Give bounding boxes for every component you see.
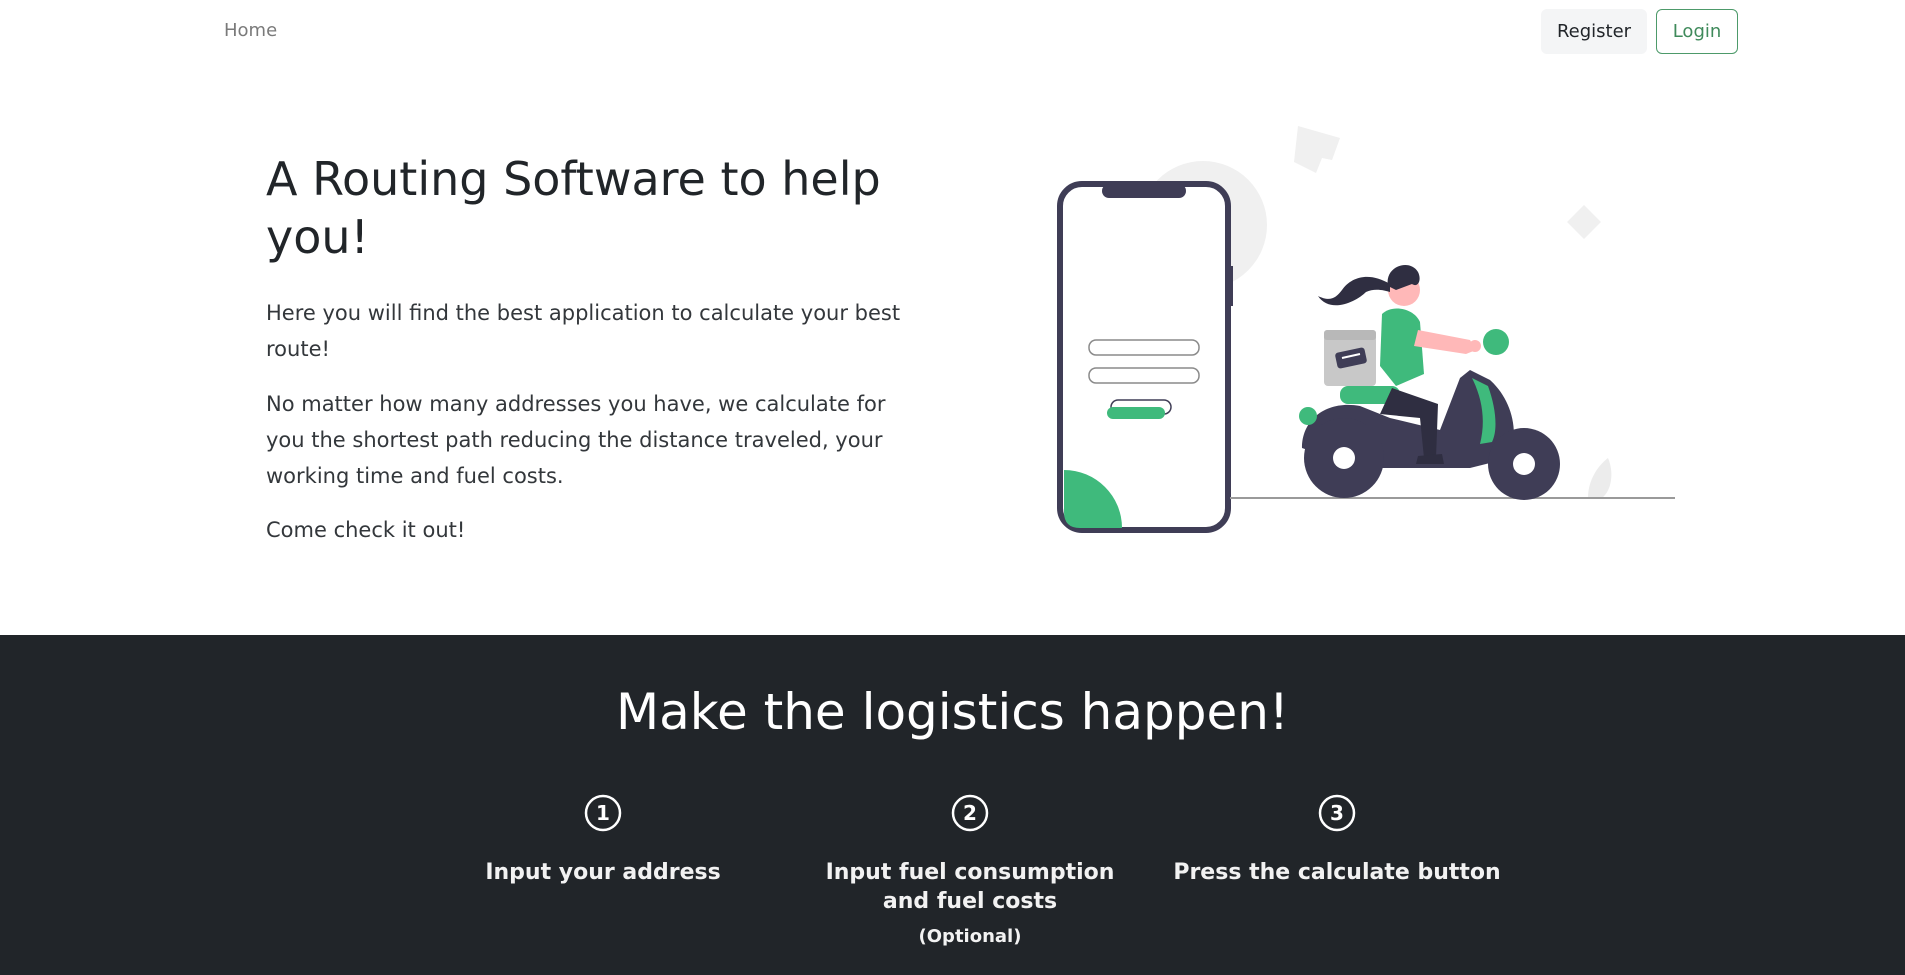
rider-hand: [1469, 340, 1481, 352]
top-navbar: Home Register Login: [0, 0, 1905, 64]
rider-arm: [1414, 330, 1476, 354]
nav-home-link[interactable]: Home: [224, 20, 277, 41]
step-3-number: 3: [1330, 801, 1344, 825]
decor-plant: [1588, 458, 1612, 498]
scooter-tail-light: [1299, 407, 1317, 425]
decor-diamond: [1567, 205, 1601, 239]
delivery-box-lid: [1324, 330, 1376, 340]
step-2-number: 2: [963, 801, 977, 825]
register-button[interactable]: Register: [1541, 9, 1647, 54]
scooter-headlight: [1483, 329, 1509, 355]
hero-title: A Routing Software to help you!: [266, 152, 881, 264]
step-2: 2 Input fuel consumption and fuel costs …: [805, 793, 1135, 947]
scooter-rear-hub: [1333, 447, 1355, 469]
scooter-front-hub: [1513, 453, 1535, 475]
hero-paragraph-1: Here you will find the best application …: [266, 301, 901, 361]
logistics-section: Make the logistics happen! 1 Input your …: [0, 635, 1905, 975]
phone-field-1: [1088, 339, 1200, 356]
step-1-label: Input your address: [485, 860, 721, 885]
hero-paragraph-3: Come check it out!: [266, 518, 466, 542]
step-3-label: Press the calculate button: [1173, 860, 1501, 885]
step-3: 3 Press the calculate button: [1172, 793, 1502, 887]
login-button[interactable]: Login: [1656, 9, 1738, 54]
step-1: 1 Input your address: [438, 793, 768, 887]
step-1-number: 1: [596, 801, 610, 825]
delivery-scooter-phone-illustration: [1057, 126, 1675, 533]
phone-button-green: [1107, 407, 1165, 419]
rider-torso: [1380, 308, 1424, 386]
decor-shape-top: [1294, 126, 1340, 173]
logistics-title: Make the logistics happen!: [616, 683, 1289, 741]
rider-ponytail: [1318, 276, 1390, 306]
circled-1-icon: 1: [584, 794, 622, 832]
step-2-label: Input fuel consumption and fuel costs: [825, 860, 1115, 914]
hero-paragraph-2: No matter how many addresses you have, w…: [266, 392, 886, 488]
phone-side-button: [1228, 266, 1233, 306]
circled-3-icon: 3: [1318, 794, 1356, 832]
step-2-optional-note: (Optional): [918, 926, 1022, 947]
phone-field-2: [1088, 367, 1200, 384]
circled-2-icon: 2: [951, 794, 989, 832]
phone-notch: [1102, 184, 1186, 198]
